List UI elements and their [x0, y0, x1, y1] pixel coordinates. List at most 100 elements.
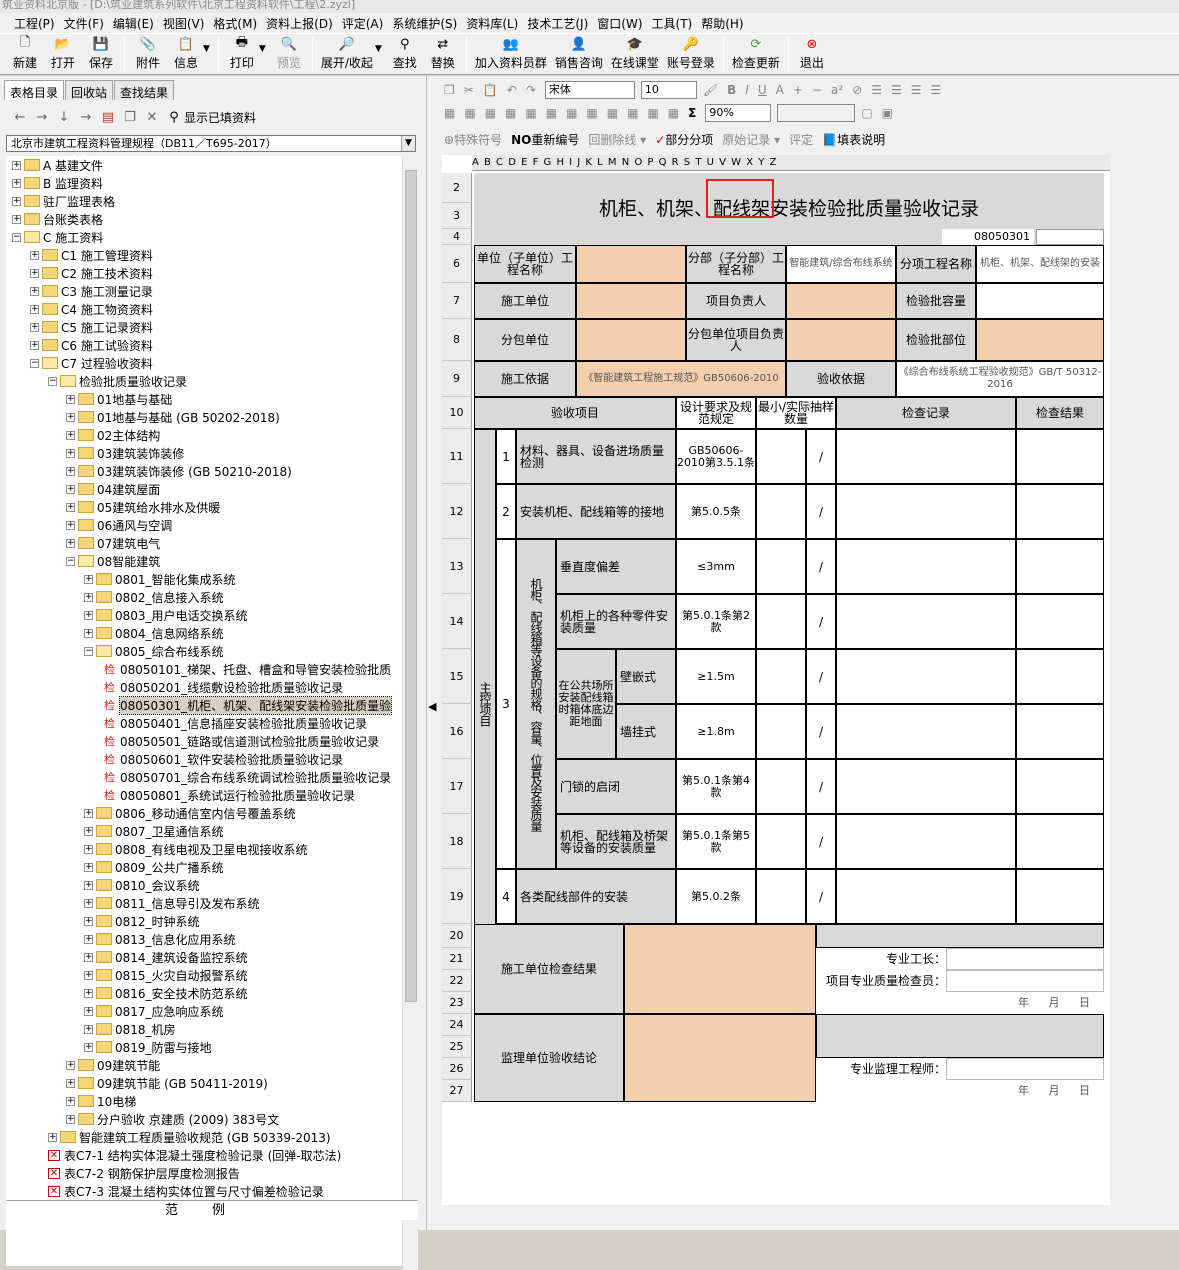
- tree-item[interactable]: +0815_火灾自动报警系统: [84, 966, 248, 984]
- cut-icon[interactable]: ✂: [464, 83, 474, 97]
- link-icon[interactable]: ⊘: [852, 83, 862, 97]
- result-cell[interactable]: [1016, 429, 1104, 484]
- menu-tech[interactable]: 技术工艺(J): [527, 15, 588, 32]
- menu-library[interactable]: 资料库(L): [466, 15, 518, 32]
- code-input[interactable]: [1036, 229, 1104, 245]
- original-record-button[interactable]: 原始记录 ▾: [722, 131, 780, 148]
- filter-icon[interactable]: ⚲: [166, 109, 182, 125]
- expand-icon[interactable]: +: [66, 520, 75, 530]
- input-subcontract[interactable]: [576, 319, 686, 361]
- expand-icon[interactable]: +: [66, 430, 75, 440]
- tree-item[interactable]: +03建筑装饰装修 (GB 50210-2018): [66, 462, 292, 480]
- tree-item[interactable]: +0817_应急响应系统: [84, 1002, 224, 1020]
- expand-icon[interactable]: +: [84, 880, 93, 890]
- grid-icon[interactable]: ▦: [647, 106, 658, 120]
- tree-item[interactable]: + B 监理资料: [12, 174, 103, 192]
- expand-icon[interactable]: +: [12, 214, 21, 224]
- record-cell[interactable]: [836, 814, 1016, 869]
- expand-icon[interactable]: +: [66, 538, 75, 548]
- font-select[interactable]: 宋体: [544, 81, 635, 99]
- tree-item[interactable]: −0805_综合布线系统: [84, 642, 224, 660]
- italic-icon[interactable]: I: [745, 83, 749, 97]
- find-button[interactable]: ⚲ 查找: [386, 34, 424, 74]
- tree-item[interactable]: + C5 施工记录资料: [30, 318, 153, 336]
- expand-icon[interactable]: +: [84, 898, 93, 908]
- exit-button[interactable]: ⊗ 退出: [793, 34, 831, 74]
- expand-icon[interactable]: +: [66, 394, 75, 404]
- superscript-icon[interactable]: a²: [831, 83, 843, 97]
- expand-icon[interactable]: +: [84, 1042, 93, 1052]
- arrow-right-icon[interactable]: →: [34, 109, 50, 125]
- menu-file[interactable]: 文件(F): [64, 15, 104, 32]
- new-button[interactable]: 🗋 新建: [6, 34, 44, 74]
- input-unit-name[interactable]: [576, 245, 686, 283]
- sample-min-cell[interactable]: [756, 539, 806, 594]
- align-center-icon[interactable]: ☰: [891, 83, 902, 97]
- tree-item[interactable]: +01地基与基础: [66, 390, 172, 408]
- menu-window[interactable]: 窗口(W): [597, 15, 642, 32]
- grid-icon[interactable]: ▦: [444, 106, 455, 120]
- tree-item[interactable]: 检 08050701_综合布线系统调试检验批质量验收记录: [102, 768, 391, 786]
- tree-item[interactable]: +0813_信息化应用系统: [84, 930, 236, 948]
- grid-icon[interactable]: ▦: [546, 106, 557, 120]
- print-button[interactable]: 🖶 打印: [223, 34, 261, 74]
- expand-icon[interactable]: +: [48, 1132, 57, 1142]
- expand-icon[interactable]: +: [66, 448, 75, 458]
- tree-item[interactable]: +0812_时钟系统: [84, 912, 200, 930]
- tree-item[interactable]: +0809_公共广播系统: [84, 858, 224, 876]
- tree-item[interactable]: + C4 施工物资资料: [30, 300, 153, 318]
- expand-icon[interactable]: +: [84, 610, 93, 620]
- expand-icon[interactable]: +: [66, 1114, 75, 1124]
- tab-recycle-bin[interactable]: 回收站: [65, 80, 114, 100]
- tab-search-results[interactable]: 查找结果: [114, 80, 175, 100]
- info-button[interactable]: 📋 信息: [167, 34, 205, 74]
- expand-icon[interactable]: +: [30, 268, 39, 278]
- tree-item[interactable]: +02主体结构: [66, 426, 160, 444]
- expand-icon[interactable]: +: [66, 1096, 75, 1106]
- inspector-input[interactable]: [946, 970, 1104, 992]
- menu-help[interactable]: 帮助(H): [701, 15, 743, 32]
- tree-item[interactable]: + C2 施工技术资料: [30, 264, 153, 282]
- tree-item[interactable]: 检 08050401_信息插座安装检验批质量验收记录: [102, 714, 367, 732]
- tree-item[interactable]: +0807_卫星通信系统: [84, 822, 224, 840]
- add-table-icon[interactable]: ▤: [100, 109, 116, 125]
- expand-icon[interactable]: +: [84, 970, 93, 980]
- copy-icon[interactable]: ❐: [444, 83, 455, 97]
- sample-min-cell[interactable]: [756, 704, 806, 759]
- online-class-button[interactable]: 🎓 在线课堂: [607, 34, 663, 74]
- tree-item[interactable]: +01地基与基础 (GB 50202-2018): [66, 408, 280, 426]
- result-cell[interactable]: [1016, 704, 1104, 759]
- result-cell[interactable]: [1016, 539, 1104, 594]
- input-batch-capacity[interactable]: [976, 283, 1104, 319]
- font-size-select[interactable]: 10: [640, 81, 697, 99]
- collapse-icon[interactable]: −: [66, 556, 75, 566]
- menu-tools[interactable]: 工具(T): [652, 15, 693, 32]
- brush-icon[interactable]: 🖌: [703, 83, 718, 97]
- strike-button[interactable]: 回删除线 ▾: [588, 131, 646, 148]
- show-filled-button[interactable]: 显示已填资料: [184, 109, 256, 126]
- supervision-input[interactable]: [624, 1014, 816, 1102]
- tree-item[interactable]: −08智能建筑: [66, 552, 160, 570]
- expand-icon[interactable]: +: [84, 952, 93, 962]
- result-cell[interactable]: [1016, 594, 1104, 649]
- tree-item[interactable]: 检 08050501_链路或信道测试检验批质量验收记录: [102, 732, 379, 750]
- collapse-icon[interactable]: −: [30, 358, 39, 368]
- undo-icon[interactable]: ↶: [507, 83, 517, 97]
- record-cell[interactable]: [836, 484, 1016, 539]
- arrow-right-icon[interactable]: →: [78, 109, 94, 125]
- result-cell[interactable]: [1016, 759, 1104, 814]
- expand-icon[interactable]: +: [84, 826, 93, 836]
- tree-item[interactable]: ✕ 表C7-1 结构实体混凝土强度检验记录 (回弹-取芯法): [48, 1146, 341, 1164]
- arrow-left-icon[interactable]: ←: [12, 109, 28, 125]
- grid-icon[interactable]: ▦: [566, 106, 577, 120]
- menu-system[interactable]: 系统维护(S): [392, 15, 457, 32]
- tree-item[interactable]: + C6 施工试验资料: [30, 336, 153, 354]
- record-cell[interactable]: [836, 649, 1016, 704]
- result-cell[interactable]: [1016, 814, 1104, 869]
- expand-icon[interactable]: +: [12, 160, 21, 170]
- replace-button[interactable]: ⇄ 替换: [424, 34, 462, 74]
- sample-min-cell[interactable]: [756, 484, 806, 539]
- grid-icon[interactable]: ▦: [505, 106, 516, 120]
- menu-edit[interactable]: 编辑(E): [113, 15, 154, 32]
- grid-icon[interactable]: ▦: [525, 106, 536, 120]
